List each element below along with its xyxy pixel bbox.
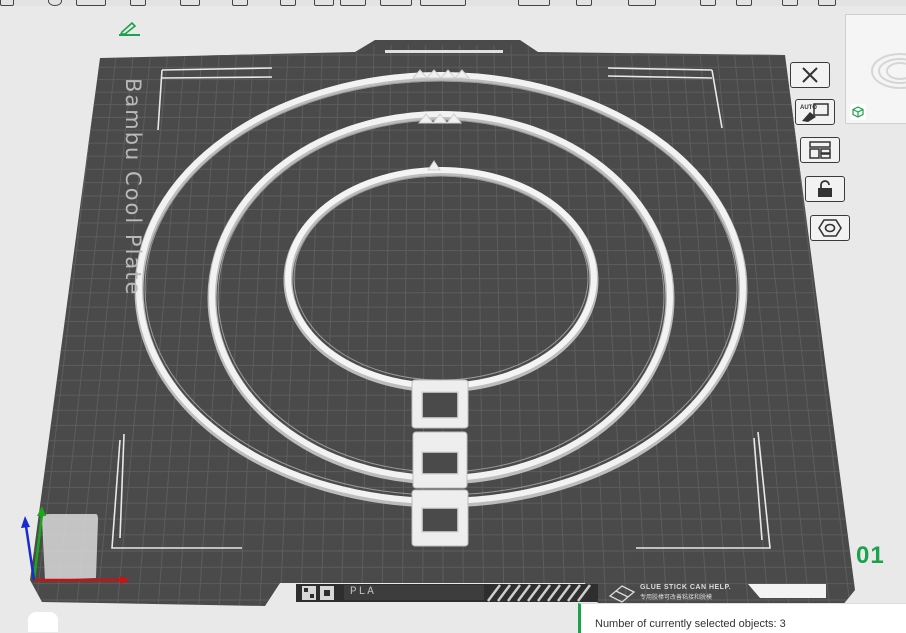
arrange-button[interactable] bbox=[800, 137, 840, 163]
close-plate-button[interactable] bbox=[790, 62, 830, 88]
glue-notice-cn: 专用胶棒可改善粘接和脱模 bbox=[640, 594, 713, 601]
view-fit-button[interactable] bbox=[28, 612, 58, 632]
edit-plate-name-icon[interactable] bbox=[116, 20, 144, 40]
plate-origin-pad bbox=[42, 514, 98, 580]
status-notification: Number of currently selected objects: 3 bbox=[578, 603, 906, 633]
hexagon-nut-icon bbox=[818, 219, 842, 237]
cube-icon[interactable] bbox=[850, 104, 866, 120]
close-icon bbox=[802, 67, 818, 83]
plate-type-label: Bambu Cool Plate bbox=[121, 78, 145, 297]
notification-text: Number of currently selected objects: 3 bbox=[595, 618, 786, 630]
filament-type-label: PLA bbox=[350, 586, 376, 598]
arrange-icon bbox=[809, 141, 831, 159]
auto-orient-button[interactable]: AUTO bbox=[795, 99, 835, 125]
plate-corner-tab bbox=[748, 584, 826, 598]
plate-number[interactable]: 01 bbox=[856, 542, 885, 570]
glue-notice: GLUE STICK CAN HELP. bbox=[640, 584, 732, 591]
plate-settings-button[interactable] bbox=[810, 215, 850, 241]
plate-slot bbox=[385, 50, 503, 53]
auto-orient-icon: AUTO bbox=[800, 103, 829, 122]
lock-plate-button[interactable] bbox=[805, 176, 845, 202]
unlock-icon bbox=[818, 180, 832, 197]
